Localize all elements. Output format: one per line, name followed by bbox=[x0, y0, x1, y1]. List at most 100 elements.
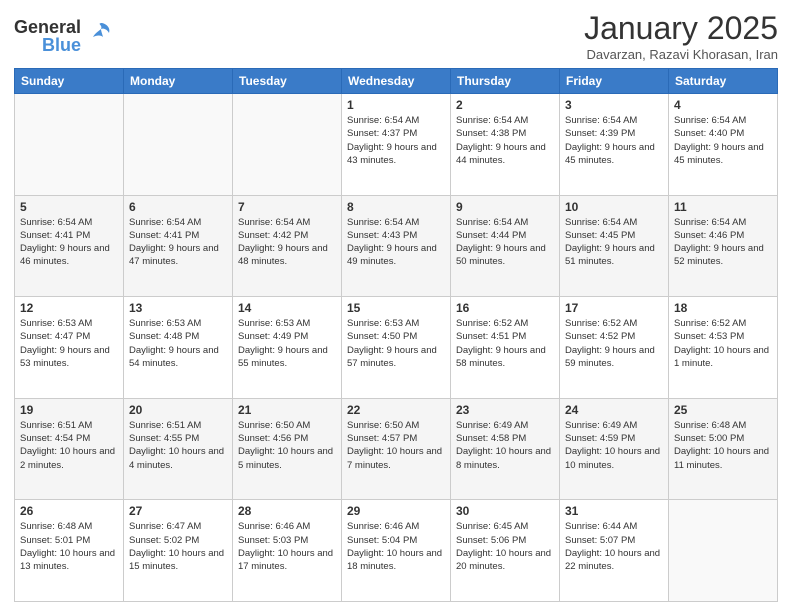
calendar-week-row: 1 Sunrise: 6:54 AM Sunset: 4:37 PM Daylig… bbox=[15, 94, 778, 196]
day-number: 9 bbox=[456, 200, 554, 214]
day-info: Sunrise: 6:54 AM Sunset: 4:42 PM Dayligh… bbox=[238, 216, 336, 269]
day-number: 20 bbox=[129, 403, 227, 417]
calendar-cell: 23Sunrise: 6:49 AM Sunset: 4:58 PM Dayli… bbox=[451, 398, 560, 500]
calendar-cell: 22Sunrise: 6:50 AM Sunset: 4:57 PM Dayli… bbox=[342, 398, 451, 500]
day-number: 2 bbox=[456, 98, 554, 112]
calendar-week-row: 26Sunrise: 6:48 AM Sunset: 5:01 PM Dayli… bbox=[15, 500, 778, 602]
calendar-cell: 20 Sunrise: 6:51 AM Sunset: 4:55 PM Dayli… bbox=[124, 398, 233, 500]
day-info: Sunrise: 6:52 AM Sunset: 4:53 PM Dayligh… bbox=[674, 317, 772, 370]
day-number: 19 bbox=[20, 403, 118, 417]
calendar-cell: 2 Sunrise: 6:54 AM Sunset: 4:38 PM Daylig… bbox=[451, 94, 560, 196]
day-number: 28 bbox=[238, 504, 336, 518]
calendar-cell: 9 Sunrise: 6:54 AM Sunset: 4:44 PM Daylig… bbox=[451, 195, 560, 297]
calendar-cell: 5 Sunrise: 6:54 AM Sunset: 4:41 PM Daylig… bbox=[15, 195, 124, 297]
calendar-week-row: 19 Sunrise: 6:51 AM Sunset: 4:54 PM Dayli… bbox=[15, 398, 778, 500]
day-info: Sunrise: 6:53 AM Sunset: 4:48 PM Dayligh… bbox=[129, 317, 227, 370]
calendar-cell: 18 Sunrise: 6:52 AM Sunset: 4:53 PM Dayli… bbox=[669, 297, 778, 399]
calendar-cell: 7 Sunrise: 6:54 AM Sunset: 4:42 PM Daylig… bbox=[233, 195, 342, 297]
day-info: Sunrise: 6:51 AM Sunset: 4:54 PM Dayligh… bbox=[20, 419, 118, 472]
day-number: 3 bbox=[565, 98, 663, 112]
logo-general: General bbox=[14, 18, 81, 36]
day-info: Sunrise: 6:45 AM Sunset: 5:06 PM Dayligh… bbox=[456, 520, 554, 573]
day-number: 13 bbox=[129, 301, 227, 315]
day-number: 24 bbox=[565, 403, 663, 417]
day-number: 6 bbox=[129, 200, 227, 214]
day-number: 31 bbox=[565, 504, 663, 518]
day-number: 27 bbox=[129, 504, 227, 518]
day-info: Sunrise: 6:46 AM Sunset: 5:03 PM Dayligh… bbox=[238, 520, 336, 573]
day-info: Sunrise: 6:54 AM Sunset: 4:43 PM Dayligh… bbox=[347, 216, 445, 269]
calendar-cell: 15 Sunrise: 6:53 AM Sunset: 4:50 PM Dayli… bbox=[342, 297, 451, 399]
calendar-cell: 19 Sunrise: 6:51 AM Sunset: 4:54 PM Dayli… bbox=[15, 398, 124, 500]
calendar-cell: 1 Sunrise: 6:54 AM Sunset: 4:37 PM Daylig… bbox=[342, 94, 451, 196]
calendar-cell: 24 Sunrise: 6:49 AM Sunset: 4:59 PM Dayli… bbox=[560, 398, 669, 500]
calendar-cell: 3 Sunrise: 6:54 AM Sunset: 4:39 PM Daylig… bbox=[560, 94, 669, 196]
day-info: Sunrise: 6:49 AM Sunset: 4:59 PM Dayligh… bbox=[565, 419, 663, 472]
day-number: 17 bbox=[565, 301, 663, 315]
calendar-cell: 11 Sunrise: 6:54 AM Sunset: 4:46 PM Dayli… bbox=[669, 195, 778, 297]
day-header-friday: Friday bbox=[560, 69, 669, 94]
day-info: Sunrise: 6:53 AM Sunset: 4:47 PM Dayligh… bbox=[20, 317, 118, 370]
logo-bird-icon bbox=[87, 19, 115, 53]
day-number: 12 bbox=[20, 301, 118, 315]
calendar-cell: 14Sunrise: 6:53 AM Sunset: 4:49 PM Dayli… bbox=[233, 297, 342, 399]
header: General Blue January 2025 Davarzan, Raza… bbox=[14, 10, 778, 62]
day-number: 1 bbox=[347, 98, 445, 112]
calendar-cell: 8Sunrise: 6:54 AM Sunset: 4:43 PM Daylig… bbox=[342, 195, 451, 297]
day-info: Sunrise: 6:49 AM Sunset: 4:58 PM Dayligh… bbox=[456, 419, 554, 472]
day-info: Sunrise: 6:54 AM Sunset: 4:44 PM Dayligh… bbox=[456, 216, 554, 269]
calendar-cell: 27 Sunrise: 6:47 AM Sunset: 5:02 PM Dayli… bbox=[124, 500, 233, 602]
day-info: Sunrise: 6:54 AM Sunset: 4:41 PM Dayligh… bbox=[129, 216, 227, 269]
day-number: 18 bbox=[674, 301, 772, 315]
calendar-cell: 6 Sunrise: 6:54 AM Sunset: 4:41 PM Daylig… bbox=[124, 195, 233, 297]
logo-blue: Blue bbox=[42, 36, 81, 54]
day-info: Sunrise: 6:54 AM Sunset: 4:37 PM Dayligh… bbox=[347, 114, 445, 167]
calendar-cell: 13 Sunrise: 6:53 AM Sunset: 4:48 PM Dayli… bbox=[124, 297, 233, 399]
day-number: 4 bbox=[674, 98, 772, 112]
location: Davarzan, Razavi Khorasan, Iran bbox=[584, 47, 778, 62]
day-info: Sunrise: 6:44 AM Sunset: 5:07 PM Dayligh… bbox=[565, 520, 663, 573]
day-header-wednesday: Wednesday bbox=[342, 69, 451, 94]
day-info: Sunrise: 6:54 AM Sunset: 4:38 PM Dayligh… bbox=[456, 114, 554, 167]
day-info: Sunrise: 6:54 AM Sunset: 4:41 PM Dayligh… bbox=[20, 216, 118, 269]
calendar-header-row: SundayMondayTuesdayWednesdayThursdayFrid… bbox=[15, 69, 778, 94]
day-info: Sunrise: 6:53 AM Sunset: 4:50 PM Dayligh… bbox=[347, 317, 445, 370]
day-info: Sunrise: 6:46 AM Sunset: 5:04 PM Dayligh… bbox=[347, 520, 445, 573]
day-info: Sunrise: 6:50 AM Sunset: 4:56 PM Dayligh… bbox=[238, 419, 336, 472]
calendar-cell bbox=[15, 94, 124, 196]
calendar-cell: 4 Sunrise: 6:54 AM Sunset: 4:40 PM Daylig… bbox=[669, 94, 778, 196]
day-info: Sunrise: 6:51 AM Sunset: 4:55 PM Dayligh… bbox=[129, 419, 227, 472]
day-info: Sunrise: 6:54 AM Sunset: 4:40 PM Dayligh… bbox=[674, 114, 772, 167]
day-number: 14 bbox=[238, 301, 336, 315]
day-header-monday: Monday bbox=[124, 69, 233, 94]
day-number: 29 bbox=[347, 504, 445, 518]
calendar-cell: 16 Sunrise: 6:52 AM Sunset: 4:51 PM Dayli… bbox=[451, 297, 560, 399]
day-number: 5 bbox=[20, 200, 118, 214]
day-info: Sunrise: 6:50 AM Sunset: 4:57 PM Dayligh… bbox=[347, 419, 445, 472]
day-info: Sunrise: 6:54 AM Sunset: 4:39 PM Dayligh… bbox=[565, 114, 663, 167]
day-header-sunday: Sunday bbox=[15, 69, 124, 94]
calendar-cell bbox=[669, 500, 778, 602]
day-info: Sunrise: 6:47 AM Sunset: 5:02 PM Dayligh… bbox=[129, 520, 227, 573]
day-number: 16 bbox=[456, 301, 554, 315]
day-number: 21 bbox=[238, 403, 336, 417]
calendar-cell bbox=[233, 94, 342, 196]
day-number: 7 bbox=[238, 200, 336, 214]
day-number: 15 bbox=[347, 301, 445, 315]
day-number: 10 bbox=[565, 200, 663, 214]
day-number: 11 bbox=[674, 200, 772, 214]
day-info: Sunrise: 6:54 AM Sunset: 4:45 PM Dayligh… bbox=[565, 216, 663, 269]
day-info: Sunrise: 6:52 AM Sunset: 4:52 PM Dayligh… bbox=[565, 317, 663, 370]
calendar-cell: 28 Sunrise: 6:46 AM Sunset: 5:03 PM Dayli… bbox=[233, 500, 342, 602]
calendar-cell bbox=[124, 94, 233, 196]
calendar-table: SundayMondayTuesdayWednesdayThursdayFrid… bbox=[14, 68, 778, 602]
day-number: 25 bbox=[674, 403, 772, 417]
day-info: Sunrise: 6:48 AM Sunset: 5:00 PM Dayligh… bbox=[674, 419, 772, 472]
day-info: Sunrise: 6:54 AM Sunset: 4:46 PM Dayligh… bbox=[674, 216, 772, 269]
calendar-cell: 26Sunrise: 6:48 AM Sunset: 5:01 PM Dayli… bbox=[15, 500, 124, 602]
day-header-tuesday: Tuesday bbox=[233, 69, 342, 94]
day-info: Sunrise: 6:48 AM Sunset: 5:01 PM Dayligh… bbox=[20, 520, 118, 573]
calendar-cell: 17 Sunrise: 6:52 AM Sunset: 4:52 PM Dayli… bbox=[560, 297, 669, 399]
header-right: January 2025 Davarzan, Razavi Khorasan, … bbox=[584, 10, 778, 62]
day-info: Sunrise: 6:52 AM Sunset: 4:51 PM Dayligh… bbox=[456, 317, 554, 370]
